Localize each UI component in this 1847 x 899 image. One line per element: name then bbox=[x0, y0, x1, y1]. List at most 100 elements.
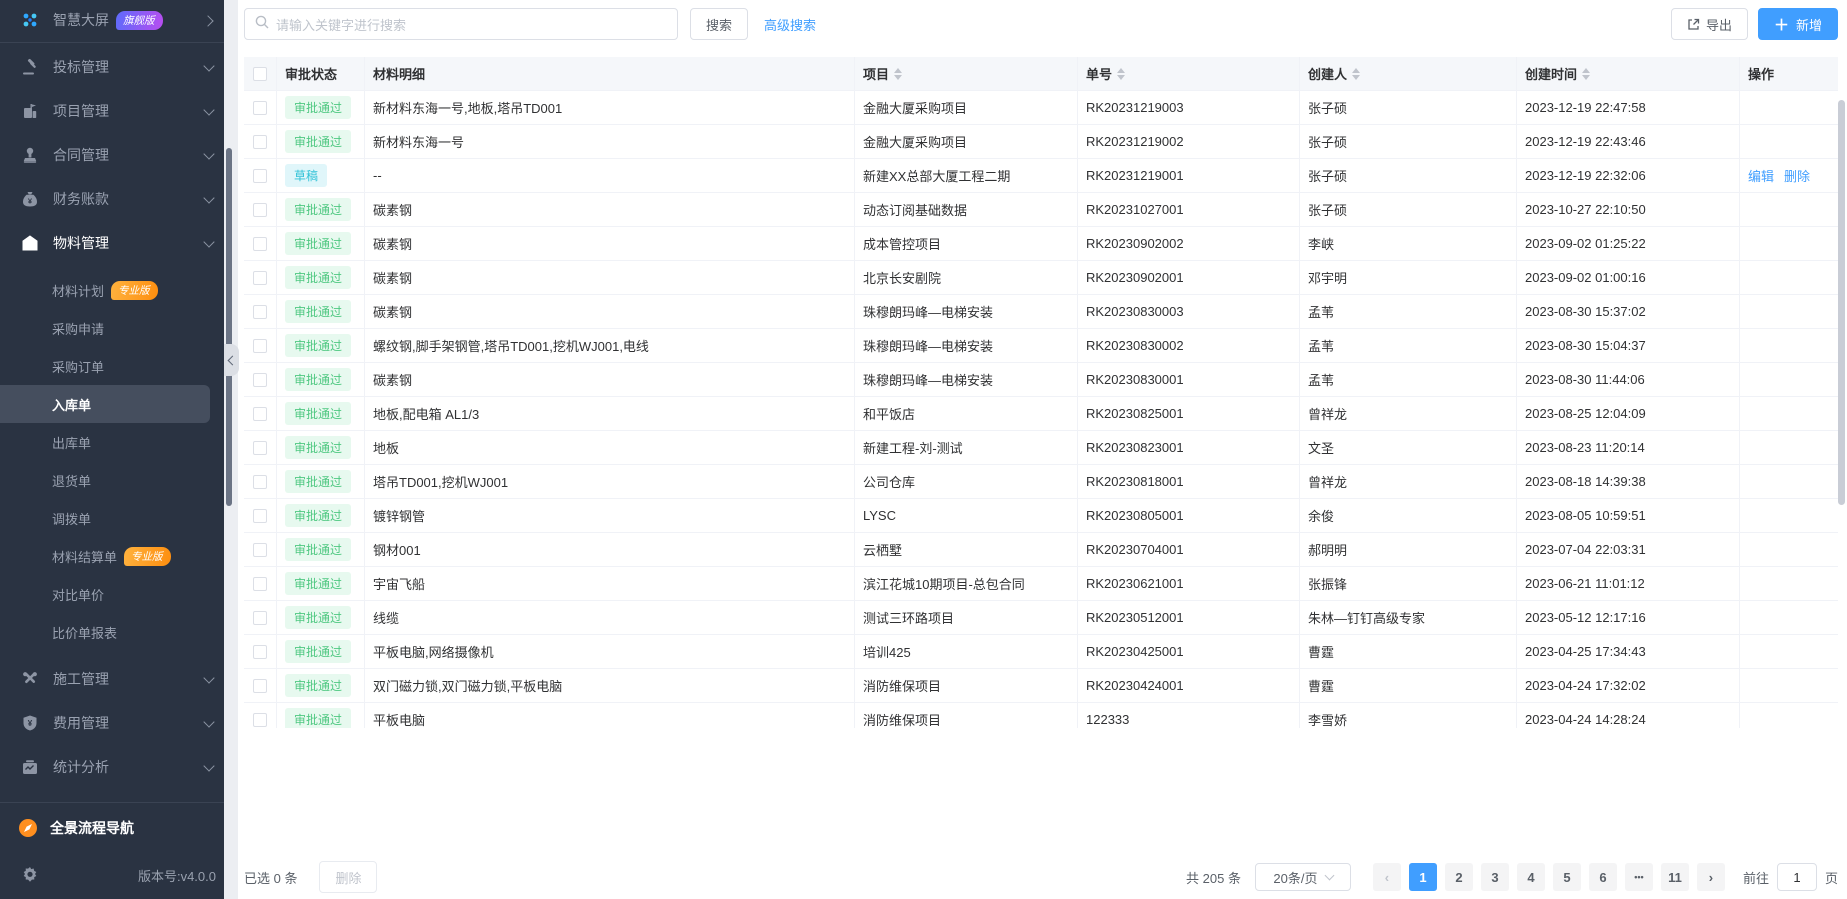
page-size-select[interactable]: 20条/页 bbox=[1255, 863, 1351, 891]
sidebar-item-panorama-nav[interactable]: 全景流程导航 bbox=[0, 805, 224, 851]
svg-text:¥: ¥ bbox=[28, 719, 33, 728]
row-checkbox[interactable] bbox=[253, 101, 267, 115]
page-ellipsis-button[interactable]: ••• bbox=[1625, 863, 1653, 891]
sort-icon[interactable] bbox=[1117, 68, 1125, 80]
time-cell: 2023-04-25 17:34:43 bbox=[1517, 635, 1740, 669]
sidebar-subitem-对比单价[interactable]: 对比单价 bbox=[0, 575, 224, 613]
row-checkbox[interactable] bbox=[253, 611, 267, 625]
sidebar-item-合同管理[interactable]: 合同管理 bbox=[0, 133, 224, 177]
page-button-3[interactable]: 3 bbox=[1481, 863, 1509, 891]
column-header-单号[interactable]: 单号 bbox=[1078, 57, 1300, 91]
page-button-2[interactable]: 2 bbox=[1445, 863, 1473, 891]
sidebar-subitem-采购申请[interactable]: 采购申请 bbox=[0, 309, 224, 347]
edit-link[interactable]: 编辑 bbox=[1748, 166, 1774, 185]
column-header-项目[interactable]: 项目 bbox=[855, 57, 1078, 91]
row-checkbox-cell bbox=[244, 261, 277, 295]
goto-page-input[interactable]: 1 bbox=[1777, 863, 1817, 891]
sort-icon[interactable] bbox=[1352, 68, 1360, 80]
prev-page-button[interactable]: ‹ bbox=[1373, 863, 1401, 891]
sidebar-subitem-出库单[interactable]: 出库单 bbox=[0, 423, 224, 461]
sidebar-scrollbar-track[interactable] bbox=[224, 0, 238, 899]
add-button[interactable]: ＋ 新增 bbox=[1758, 8, 1838, 40]
code-cell: RK20231219002 bbox=[1078, 125, 1300, 159]
status-cell: 审批通过 bbox=[277, 465, 365, 499]
sidebar-item-统计分析[interactable]: 统计分析 bbox=[0, 745, 224, 789]
sidebar-scrollbar-thumb[interactable] bbox=[226, 148, 232, 506]
row-checkbox-cell bbox=[244, 703, 277, 728]
creator-cell: 张子硕 bbox=[1300, 125, 1517, 159]
goto-page: 前往 1 页 bbox=[1743, 863, 1838, 891]
page-button-6[interactable]: 6 bbox=[1589, 863, 1617, 891]
sidebar-item-施工管理[interactable]: 施工管理 bbox=[0, 657, 224, 701]
sidebar-item-投标管理[interactable]: 投标管理 bbox=[0, 45, 224, 89]
gear-icon[interactable] bbox=[20, 866, 40, 884]
page-button-11[interactable]: 11 bbox=[1661, 863, 1689, 891]
page-button-1[interactable]: 1 bbox=[1409, 863, 1437, 891]
export-button[interactable]: 导出 bbox=[1671, 8, 1748, 40]
row-checkbox[interactable] bbox=[253, 339, 267, 353]
sidebar-item-财务账款[interactable]: ¥财务账款 bbox=[0, 177, 224, 221]
row-checkbox[interactable] bbox=[253, 475, 267, 489]
creator-cell: 孟苇 bbox=[1300, 363, 1517, 397]
sidebar-subitem-材料计划[interactable]: 材料计划专业版 bbox=[0, 271, 224, 309]
materials-cell: 碳素钢 bbox=[365, 261, 855, 295]
sidebar-subitem-退货单[interactable]: 退货单 bbox=[0, 461, 224, 499]
expense-icon: ¥ bbox=[20, 714, 40, 732]
row-checkbox[interactable] bbox=[253, 509, 267, 523]
select-all-checkbox[interactable] bbox=[253, 67, 267, 81]
sidebar-subitem-label: 采购申请 bbox=[52, 319, 104, 338]
delete-link[interactable]: 删除 bbox=[1784, 166, 1810, 185]
row-checkbox[interactable] bbox=[253, 577, 267, 591]
table-row: 审批通过平板电脑,网络摄像机培训425RK20230425001曹霆2023-0… bbox=[244, 635, 1838, 669]
row-checkbox[interactable] bbox=[253, 203, 267, 217]
sidebar-subitem-label: 材料计划 bbox=[52, 281, 104, 300]
row-checkbox[interactable] bbox=[253, 441, 267, 455]
page-button-4[interactable]: 4 bbox=[1517, 863, 1545, 891]
row-checkbox[interactable] bbox=[253, 407, 267, 421]
creator-cell: 郝明明 bbox=[1300, 533, 1517, 567]
row-checkbox[interactable] bbox=[253, 373, 267, 387]
sidebar-subitem-比价单报表[interactable]: 比价单报表 bbox=[0, 613, 224, 651]
search-input[interactable]: 请输入关键字进行搜索 bbox=[244, 8, 678, 40]
sidebar-item-智慧大屏[interactable]: 智慧大屏旗舰版 bbox=[0, 0, 224, 40]
sidebar-subitem-采购订单[interactable]: 采购订单 bbox=[0, 347, 224, 385]
row-checkbox[interactable] bbox=[253, 305, 267, 319]
chevron-down-icon bbox=[205, 63, 214, 72]
total-count-label: 共 205 条 bbox=[1186, 868, 1241, 887]
advanced-search-link[interactable]: 高级搜索 bbox=[764, 15, 816, 34]
row-checkbox[interactable] bbox=[253, 713, 267, 727]
sidebar-item-物料管理[interactable]: 物料管理 bbox=[0, 221, 224, 265]
search-button[interactable]: 搜索 bbox=[690, 8, 748, 40]
sidebar-item-项目管理[interactable]: 项目管理 bbox=[0, 89, 224, 133]
column-header-创建人[interactable]: 创建人 bbox=[1300, 57, 1517, 91]
creator-cell: 文圣 bbox=[1300, 431, 1517, 465]
sidebar-subitem-调拨单[interactable]: 调拨单 bbox=[0, 499, 224, 537]
sidebar-item-费用管理[interactable]: ¥费用管理 bbox=[0, 701, 224, 745]
column-header-创建时间[interactable]: 创建时间 bbox=[1517, 57, 1740, 91]
next-page-button[interactable]: › bbox=[1697, 863, 1725, 891]
row-checkbox[interactable] bbox=[253, 679, 267, 693]
sidebar-subitem-材料结算单[interactable]: 材料结算单专业版 bbox=[0, 537, 224, 575]
code-cell: RK20230902001 bbox=[1078, 261, 1300, 295]
sidebar-item-label: 全景流程导航 bbox=[50, 818, 134, 838]
row-checkbox[interactable] bbox=[253, 135, 267, 149]
creator-cell: 李峡 bbox=[1300, 227, 1517, 261]
sidebar-subitem-入库单[interactable]: 入库单 bbox=[0, 385, 210, 423]
sidebar-collapse-toggle[interactable] bbox=[224, 344, 239, 376]
creator-cell: 曾祥龙 bbox=[1300, 397, 1517, 431]
sidebar-subitem-label: 退货单 bbox=[52, 471, 91, 490]
delete-button[interactable]: 删除 bbox=[319, 861, 377, 893]
table-scrollbar-thumb[interactable] bbox=[1838, 100, 1845, 505]
row-checkbox[interactable] bbox=[253, 543, 267, 557]
project-cell: 珠穆朗玛峰—电梯安装 bbox=[855, 295, 1078, 329]
page-button-5[interactable]: 5 bbox=[1553, 863, 1581, 891]
row-checkbox[interactable] bbox=[253, 271, 267, 285]
sort-icon[interactable] bbox=[1582, 68, 1590, 80]
sort-icon[interactable] bbox=[894, 68, 902, 80]
table-row: 草稿--新建XX总部大厦工程二期RK20231219001张子硕2023-12-… bbox=[244, 159, 1838, 193]
row-checkbox[interactable] bbox=[253, 237, 267, 251]
row-checkbox[interactable] bbox=[253, 169, 267, 183]
row-checkbox[interactable] bbox=[253, 645, 267, 659]
time-cell: 2023-06-21 11:01:12 bbox=[1517, 567, 1740, 601]
sidebar-item-label: 物料管理 bbox=[53, 233, 109, 253]
